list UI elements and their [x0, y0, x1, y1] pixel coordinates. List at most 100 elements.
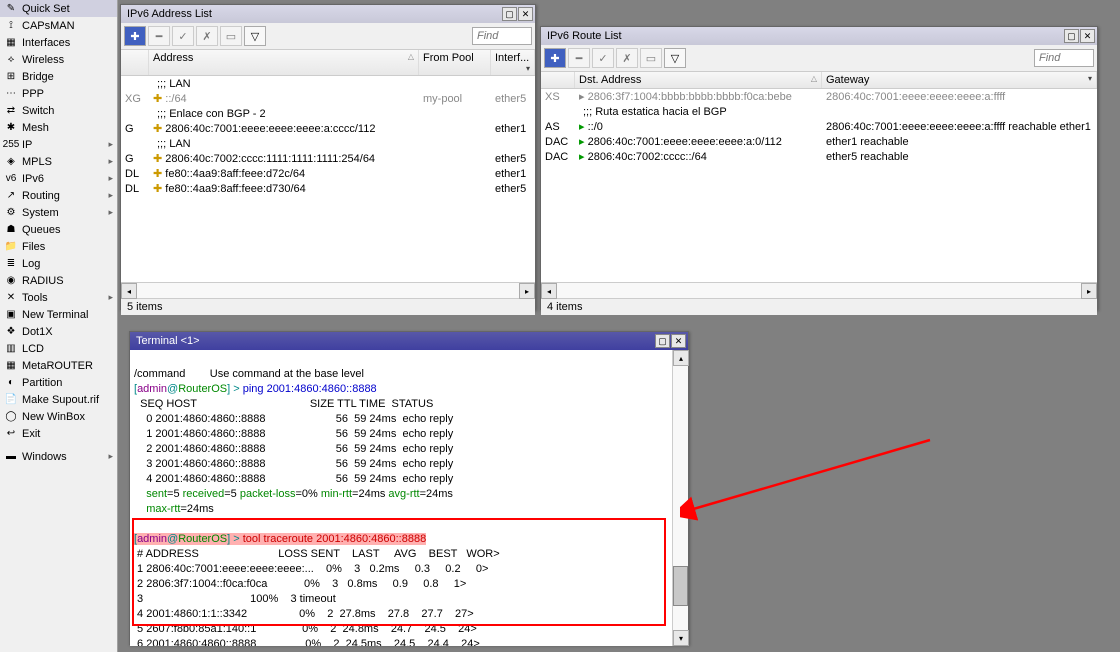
- filter-button[interactable]: ▽: [244, 26, 266, 46]
- menu-icon: ≣: [4, 257, 18, 271]
- v-scrollbar[interactable]: ▴ ▾: [672, 350, 688, 646]
- sidebar-item-make-supout.rif[interactable]: 📄Make Supout.rif: [0, 391, 117, 408]
- sidebar-item-tools[interactable]: ✕Tools▸: [0, 289, 117, 306]
- sidebar-item-windows[interactable]: ▬ Windows ▸: [0, 448, 117, 465]
- sidebar-item-wireless[interactable]: ⟡Wireless: [0, 51, 117, 68]
- scroll-down-icon[interactable]: ▾: [673, 630, 689, 646]
- comment-button[interactable]: ▭: [220, 26, 242, 46]
- remove-button[interactable]: ━: [568, 48, 590, 68]
- menu-icon: 📄: [4, 393, 18, 407]
- minimize-button[interactable]: ▢: [1064, 29, 1079, 43]
- sidebar-item-capsman[interactable]: ⟟CAPsMAN: [0, 17, 117, 34]
- filter-button[interactable]: ▽: [664, 48, 686, 68]
- col-gateway[interactable]: Gateway▾: [822, 72, 1097, 88]
- table-row[interactable]: XG✚ ::/64my-poolether5: [121, 91, 535, 106]
- term-line: 0 2001:4860:4860::8888 56 59 24ms echo r…: [134, 413, 453, 425]
- sidebar-item-ip[interactable]: 255IP▸: [0, 136, 117, 153]
- add-button[interactable]: ✚: [544, 48, 566, 68]
- minimize-button[interactable]: ▢: [502, 7, 517, 21]
- comment-button[interactable]: ▭: [640, 48, 662, 68]
- comment-row[interactable]: ;;; Ruta estatica hacia el BGP: [541, 104, 1097, 119]
- sidebar-item-system[interactable]: ⚙System▸: [0, 204, 117, 221]
- scroll-right-icon[interactable]: ▸: [1081, 283, 1097, 299]
- disable-button[interactable]: ✗: [616, 48, 638, 68]
- sidebar-item-switch[interactable]: ⇄Switch: [0, 102, 117, 119]
- sidebar-label: Bridge: [22, 71, 54, 83]
- chevron-right-icon: ▸: [108, 156, 113, 167]
- table-header: Address△ From Pool Interf...▾: [121, 50, 535, 76]
- col-interface[interactable]: Interf...▾: [491, 50, 535, 75]
- enable-button[interactable]: ✓: [172, 26, 194, 46]
- find-input[interactable]: [1034, 49, 1094, 67]
- sidebar-item-bridge[interactable]: ⊞Bridge: [0, 68, 117, 85]
- sidebar-item-ppp[interactable]: ⋯PPP: [0, 85, 117, 102]
- h-scrollbar[interactable]: ◂ ▸: [121, 282, 535, 298]
- sidebar-item-ipv6[interactable]: v6IPv6▸: [0, 170, 117, 187]
- menu-icon: ✎: [4, 2, 18, 16]
- col-pool[interactable]: From Pool: [419, 50, 491, 75]
- scroll-left-icon[interactable]: ◂: [541, 283, 557, 299]
- sidebar-item-mesh[interactable]: ✱Mesh: [0, 119, 117, 136]
- add-button[interactable]: ✚: [124, 26, 146, 46]
- sidebar-item-new-winbox[interactable]: ◯New WinBox: [0, 408, 117, 425]
- find-input[interactable]: [472, 27, 532, 45]
- menu-icon: ❖: [4, 325, 18, 339]
- sidebar-label: MPLS: [22, 156, 52, 168]
- highlight-box: [132, 518, 666, 626]
- sidebar-item-dot1x[interactable]: ❖Dot1X: [0, 323, 117, 340]
- sidebar-item-partition[interactable]: ◐ Partition: [0, 374, 117, 391]
- menu-icon: ◉: [4, 274, 18, 288]
- table-row[interactable]: DAC▸ 2806:40c:7001:eeee:eeee:eeee:a:0/11…: [541, 134, 1097, 149]
- disable-button[interactable]: ✗: [196, 26, 218, 46]
- titlebar[interactable]: Terminal <1> ▢ ✕: [130, 332, 688, 350]
- sidebar-item-lcd[interactable]: ▥LCD: [0, 340, 117, 357]
- sidebar-item-routing[interactable]: ↗Routing▸: [0, 187, 117, 204]
- sidebar-item-files[interactable]: 📁Files: [0, 238, 117, 255]
- remove-button[interactable]: ━: [148, 26, 170, 46]
- scroll-up-icon[interactable]: ▴: [673, 350, 689, 366]
- sidebar-item-mpls[interactable]: ◈MPLS▸: [0, 153, 117, 170]
- scroll-right-icon[interactable]: ▸: [519, 283, 535, 299]
- sidebar-item-metarouter[interactable]: ▦MetaROUTER: [0, 357, 117, 374]
- terminal-output[interactable]: /command Use command at the base level […: [130, 350, 672, 646]
- table-row[interactable]: XS▸ 2806:3f7:1004:bbbb:bbbb:bbbb:f0ca:be…: [541, 89, 1097, 104]
- sidebar-item-log[interactable]: ≣ Log: [0, 255, 117, 272]
- close-button[interactable]: ✕: [518, 7, 533, 21]
- table-row[interactable]: DAC▸ 2806:40c:7002:cccc::/64ether5 reach…: [541, 149, 1097, 164]
- comment-row[interactable]: ;;; LAN: [121, 136, 535, 151]
- sidebar-item-quick-set[interactable]: ✎Quick Set: [0, 0, 117, 17]
- titlebar[interactable]: IPv6 Route List ▢ ✕: [541, 27, 1097, 45]
- enable-button[interactable]: ✓: [592, 48, 614, 68]
- sidebar-item-radius[interactable]: ◉RADIUS: [0, 272, 117, 289]
- table-row[interactable]: G✚ 2806:40c:7001:eeee:eeee:eeee:a:cccc/1…: [121, 121, 535, 136]
- h-scrollbar[interactable]: ◂ ▸: [541, 282, 1097, 298]
- table-row[interactable]: DL✚ fe80::4aa9:8aff:feee:d72c/64ether1: [121, 166, 535, 181]
- sidebar-label: MetaROUTER: [22, 360, 93, 372]
- col-flags[interactable]: [541, 72, 575, 88]
- close-button[interactable]: ✕: [1080, 29, 1095, 43]
- menu-icon: ◐: [4, 376, 18, 390]
- minimize-button[interactable]: ▢: [655, 334, 670, 348]
- titlebar[interactable]: IPv6 Address List ▢ ✕: [121, 5, 535, 23]
- comment-row[interactable]: ;;; Enlace con BGP - 2: [121, 106, 535, 121]
- scroll-left-icon[interactable]: ◂: [121, 283, 137, 299]
- col-dst[interactable]: Dst. Address△: [575, 72, 822, 88]
- terminal-window: Terminal <1> ▢ ✕ /command Use command at…: [129, 331, 689, 645]
- table-row[interactable]: DL✚ fe80::4aa9:8aff:feee:d730/64ether5: [121, 181, 535, 196]
- sidebar-item-interfaces[interactable]: ▦Interfaces: [0, 34, 117, 51]
- table-row[interactable]: G✚ 2806:40c:7002:cccc:1111:1111:1111:254…: [121, 151, 535, 166]
- chevron-right-icon: ▸: [108, 190, 113, 201]
- col-address[interactable]: Address△: [149, 50, 419, 75]
- close-button[interactable]: ✕: [671, 334, 686, 348]
- sidebar-item-queues[interactable]: ☗Queues: [0, 221, 117, 238]
- table-header: Dst. Address△ Gateway▾: [541, 72, 1097, 89]
- term-line: /command Use command at the base level: [134, 368, 364, 380]
- table-row[interactable]: AS▸ ::/02806:40c:7001:eeee:eeee:eeee:a:f…: [541, 119, 1097, 134]
- sidebar-label: Partition: [22, 377, 62, 389]
- sidebar: ✎Quick Set⟟CAPsMAN▦Interfaces⟡Wireless⊞B…: [0, 0, 118, 652]
- sidebar-item-exit[interactable]: ↩Exit: [0, 425, 117, 442]
- col-flags[interactable]: [121, 50, 149, 75]
- comment-row[interactable]: ;;; LAN: [121, 76, 535, 91]
- sidebar-item-new-terminal[interactable]: ▣New Terminal: [0, 306, 117, 323]
- sidebar-label: Log: [22, 258, 40, 270]
